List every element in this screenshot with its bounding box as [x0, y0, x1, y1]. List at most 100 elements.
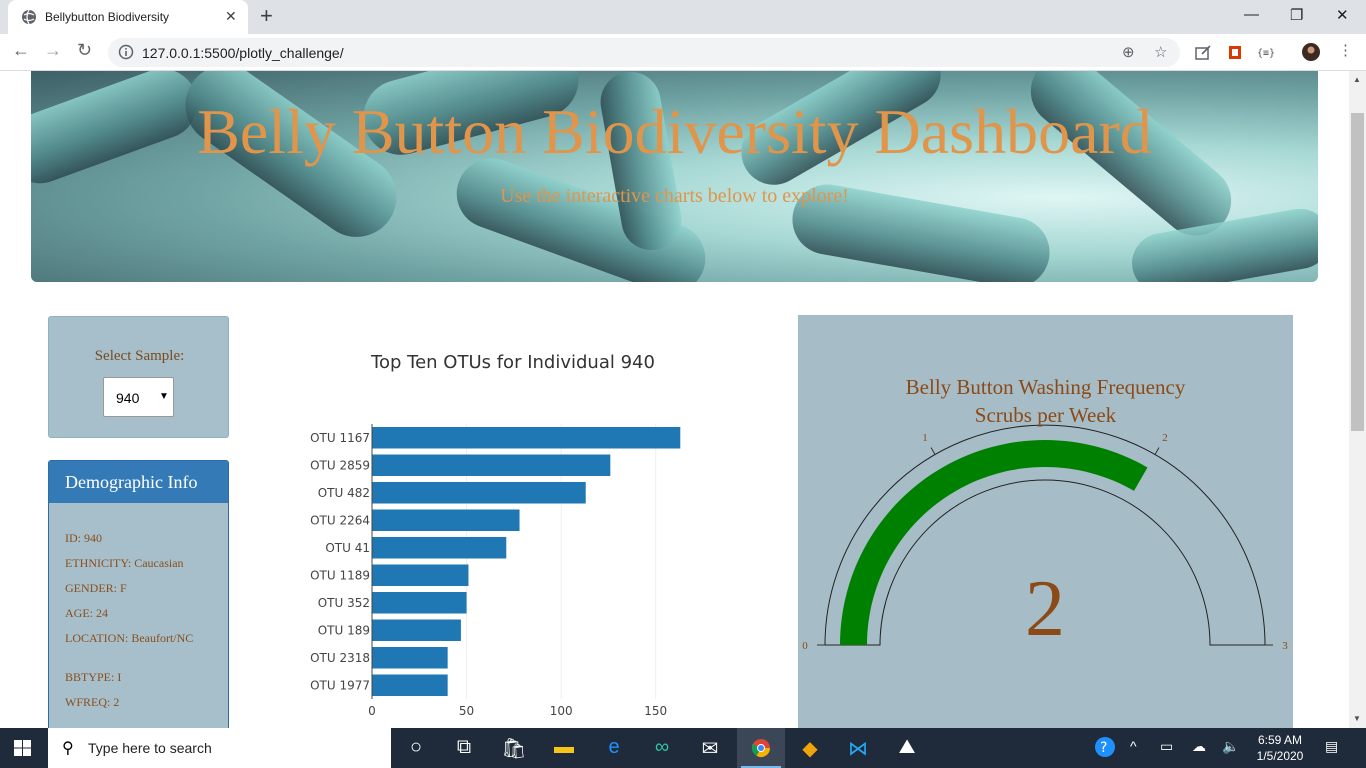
browser-tab[interactable]: Bellybutton Biodiversity ✕ — [8, 0, 248, 34]
gauge-value-label: 2 — [1025, 565, 1065, 653]
sample-dropdown[interactable]: 940 ▼ — [103, 377, 174, 417]
photos-icon[interactable]: ⛰ — [883, 728, 931, 768]
volume-icon[interactable]: 🔈 — [1222, 738, 1239, 755]
profile-avatar-icon[interactable] — [1302, 43, 1320, 61]
chrome-logo — [752, 739, 770, 758]
sample-select-panel: Select Sample: 940 ▼ — [48, 316, 229, 438]
bar-x-tick-label: 0 — [368, 704, 376, 718]
help-icon[interactable]: ? — [1094, 736, 1116, 761]
notifications-icon[interactable]: ▤ — [1325, 738, 1338, 755]
gauge-tick-label: 0 — [802, 640, 808, 652]
bar-category-label: OTU 189 — [318, 623, 370, 637]
close-window-button[interactable]: ✕ — [1336, 6, 1349, 24]
office-extension-icon[interactable] — [1226, 43, 1244, 61]
bar-chart: 0 50 100 150 OTU 1167 OTU 2859 OTU 482 OTU 2264… — [310, 424, 681, 718]
demo-age: AGE: 24 — [65, 606, 108, 620]
maximize-button[interactable]: ❐ — [1290, 6, 1303, 24]
forward-arrow-icon[interactable]: → — [44, 40, 62, 61]
select-sample-label: Select Sample: — [94, 348, 185, 364]
bar — [372, 454, 611, 476]
bar-category-label: OTU 1167 — [310, 431, 370, 445]
demo-id: ID: 940 — [65, 531, 102, 545]
svg-text:?: ? — [1100, 740, 1107, 756]
address-bar[interactable]: 127.0.0.1:5500/plotly_challenge/ ⊕ ☆ — [108, 38, 1180, 67]
scroll-up-icon[interactable]: ▲ — [1353, 75, 1361, 84]
json-extension-icon[interactable]: {≡} — [1257, 43, 1275, 61]
gauge-tick-label: 3 — [1282, 640, 1288, 652]
bar — [372, 674, 448, 696]
header-banner: Belly Button Biodiversity Dashboard Use … — [31, 71, 1318, 282]
menu-dots-icon[interactable]: ⋮ — [1338, 41, 1353, 59]
bar-chart-title: Top Ten OTUs for Individual 940 — [371, 352, 655, 373]
tab-title: Bellybutton Biodiversity — [45, 10, 170, 24]
info-icon[interactable] — [118, 44, 134, 60]
clock-date: 1/5/2020 — [1256, 749, 1304, 763]
demographic-panel: Demographic Info ID: 940 ETHNICITY: Cauc… — [48, 460, 229, 728]
bar-category-label: OTU 41 — [325, 541, 370, 555]
dropdown-arrow-icon[interactable]: ▼ — [159, 391, 169, 402]
bar-x-tick-label: 150 — [644, 704, 667, 718]
bar — [372, 509, 520, 531]
reload-icon[interactable]: ↻ — [77, 40, 92, 61]
file-explorer-icon[interactable]: ▬ — [540, 728, 588, 768]
battery-icon[interactable]: ▭ — [1160, 738, 1173, 755]
bookmark-star-icon[interactable]: ☆ — [1154, 43, 1167, 61]
page-title: Belly Button Biodiversity Dashboard — [197, 96, 1152, 167]
demo-location: LOCATION: Beaufort/NC — [65, 631, 194, 645]
bar — [372, 537, 507, 559]
tab-close-icon[interactable]: ✕ — [225, 8, 237, 25]
gauge-title: Belly Button Washing Frequency — [905, 375, 1186, 399]
windows-taskbar: ⚲ Type here to search ○ ⧉ 🛍 ▬ e ∞ ✉ ◆ ⋈ … — [0, 728, 1366, 768]
infinity-app-icon[interactable]: ∞ — [638, 728, 686, 768]
page-scrollbar[interactable]: ▲ ▼ — [1349, 71, 1366, 728]
gauge-subtitle: Scrubs per Week — [974, 403, 1117, 427]
demographic-title: Demographic Info — [65, 472, 198, 492]
gauge-tick — [1154, 447, 1160, 455]
minimize-button[interactable]: — — [1244, 6, 1259, 23]
bar — [372, 647, 448, 669]
bar-category-label: OTU 1977 — [310, 678, 370, 692]
new-tab-button[interactable]: + — [260, 5, 273, 27]
bar-category-label: OTU 352 — [318, 596, 370, 610]
bar — [372, 482, 586, 504]
task-view-icon[interactable]: ⧉ — [440, 728, 488, 768]
mail-icon[interactable]: ✉ — [686, 728, 734, 768]
demo-bbtype: BBTYPE: I — [65, 670, 122, 684]
bar — [372, 427, 681, 449]
svg-text:{≡}: {≡} — [1257, 48, 1275, 59]
taskbar-clock[interactable]: 6:59 AM 1/5/2020 — [1252, 732, 1308, 764]
gauge-panel: 0 1 2 3 2 Belly Button Washing Frequency Scr… — [798, 315, 1293, 728]
taskbar-search-box[interactable]: ⚲ Type here to search — [48, 728, 391, 768]
onedrive-icon[interactable]: ☁ — [1192, 738, 1206, 755]
globe-icon — [22, 9, 36, 25]
scroll-thumb[interactable] — [1351, 113, 1364, 431]
search-icon: ⚲ — [62, 740, 74, 757]
chevron-up-icon[interactable]: ^ — [1130, 738, 1137, 754]
bar-x-tick-label: 50 — [459, 704, 474, 718]
zoom-icon[interactable]: ⊕ — [1122, 43, 1135, 61]
sample-dropdown-value[interactable]: 940 — [116, 390, 139, 406]
vscode-icon[interactable]: ⋈ — [834, 728, 882, 768]
back-arrow-icon[interactable]: ← — [12, 40, 30, 61]
page-subtitle: Use the interactive charts below to expl… — [500, 185, 849, 207]
extension-edit-icon[interactable] — [1194, 43, 1212, 61]
demo-wfreq: WFREQ: 2 — [65, 695, 120, 709]
gauge-tick-label: 1 — [922, 432, 928, 444]
url-text[interactable]: 127.0.0.1:5500/plotly_challenge/ — [142, 45, 344, 61]
gauge-tick-label: 2 — [1162, 432, 1168, 444]
bar-category-label: OTU 1189 — [310, 568, 370, 582]
demographic-panel-header: Demographic Info — [49, 461, 228, 503]
gauge-tick — [930, 447, 936, 455]
chrome-icon[interactable] — [737, 728, 785, 768]
taskbar-search-placeholder[interactable]: Type here to search — [88, 740, 212, 756]
git-kraken-icon[interactable]: ◆ — [786, 728, 834, 768]
cortana-icon[interactable]: ○ — [392, 728, 440, 768]
clock-time: 6:59 AM — [1257, 733, 1303, 747]
windows-start-icon[interactable] — [14, 740, 31, 756]
edge-icon[interactable]: e — [590, 728, 638, 768]
store-icon[interactable]: 🛍 — [490, 728, 538, 768]
scroll-down-icon[interactable]: ▼ — [1353, 714, 1361, 723]
demo-gender: GENDER: F — [65, 581, 127, 595]
demo-ethnicity: ETHNICITY: Caucasian — [65, 556, 184, 570]
bar — [372, 619, 461, 641]
